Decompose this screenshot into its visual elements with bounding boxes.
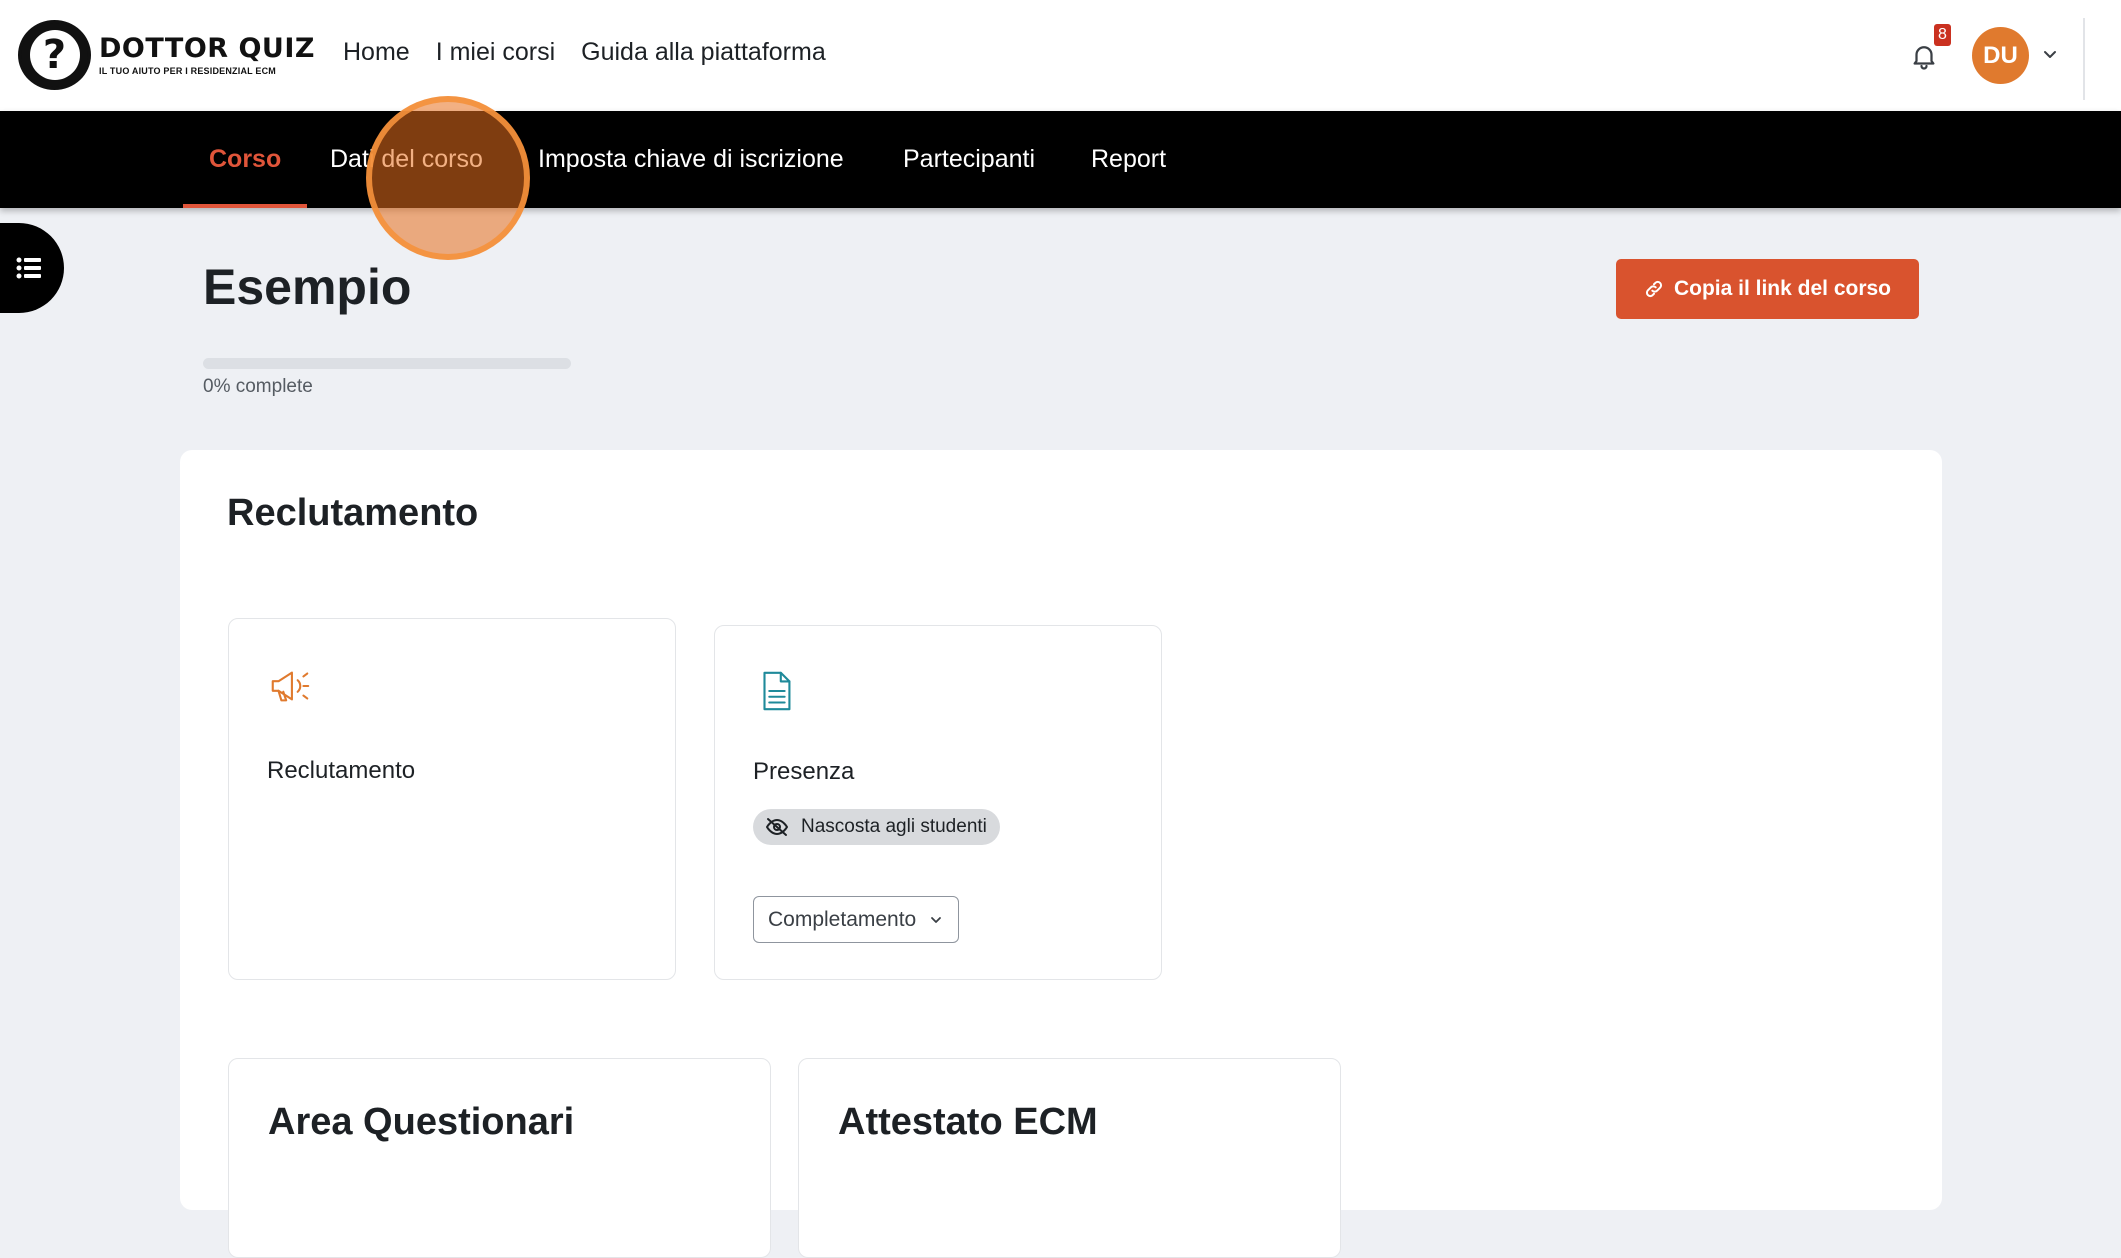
subsection-card-area-questionari: Area Questionari	[228, 1058, 771, 1258]
tab-report[interactable]: Report	[1091, 111, 1166, 208]
hidden-from-students-badge: Nascosta agli studenti	[753, 809, 1000, 845]
top-navbar: ? DOTTOR QUIZ IL TUO AIUTO PER I RESIDEN…	[0, 0, 2121, 111]
brand-logo[interactable]: ? DOTTOR QUIZ IL TUO AIUTO PER I RESIDEN…	[18, 20, 315, 90]
course-progress-bar	[203, 358, 571, 369]
course-progress-label: 0% complete	[203, 376, 313, 397]
course-section: Reclutamento Reclutamento Presenza Nasco…	[180, 450, 1942, 1258]
logo-question-mark: ?	[29, 30, 80, 80]
subsection-card-attestato-ecm: Attestato ECM	[798, 1058, 1341, 1258]
logo-badge: ?	[18, 20, 91, 90]
page-title: Esempio	[203, 259, 412, 315]
chevron-down-icon	[931, 916, 942, 923]
completion-dropdown[interactable]: Completamento	[753, 896, 960, 943]
activity-card-presenza[interactable]: Presenza Nascosta agli studenti Completa…	[714, 625, 1162, 980]
hidden-badge-label: Nascosta agli studenti	[801, 816, 987, 837]
tab-course[interactable]: Corso	[182, 111, 308, 208]
subsection-title: Attestato ECM	[838, 1101, 1098, 1143]
megaphone-icon	[271, 671, 310, 702]
notification-count-badge: 8	[1934, 24, 1951, 46]
activity-name: Presenza	[753, 758, 855, 785]
section-title: Reclutamento	[227, 492, 479, 534]
completion-dropdown-label: Completamento	[768, 907, 917, 931]
tab-participants[interactable]: Partecipanti	[903, 111, 1035, 208]
chevron-down-icon[interactable]	[2040, 44, 2060, 64]
nav-home[interactable]: Home	[343, 38, 410, 67]
topbar-divider	[2083, 18, 2085, 100]
list-icon	[16, 257, 41, 279]
link-icon	[1645, 280, 1663, 298]
course-secondary-nav: Corso Dati del corso Imposta chiave di i…	[0, 111, 2121, 208]
user-avatar[interactable]: DU	[1972, 27, 2029, 84]
nav-my-courses[interactable]: I miei corsi	[436, 38, 555, 67]
tab-enrolment-key[interactable]: Imposta chiave di iscrizione	[538, 111, 844, 208]
nav-platform-guide[interactable]: Guida alla piattaforma	[581, 38, 826, 67]
primary-nav: Home I miei corsi Guida alla piattaforma	[343, 38, 852, 67]
tab-course-data[interactable]: Dati del corso	[330, 111, 483, 208]
copy-course-link-label: Copia il link del corso	[1673, 277, 1892, 300]
course-index-toggle[interactable]	[0, 223, 64, 313]
brand-subtitle: IL TUO AIUTO PER I RESIDENZIAL ECM	[99, 65, 276, 76]
subsection-title: Area Questionari	[268, 1101, 575, 1143]
copy-course-link-button[interactable]: Copia il link del corso	[1616, 259, 1919, 319]
activity-name: Reclutamento	[267, 757, 416, 784]
document-icon	[763, 671, 791, 711]
brand-title: DOTTOR QUIZ	[99, 32, 315, 64]
eye-slash-icon	[766, 818, 788, 836]
activity-card-reclutamento[interactable]: Reclutamento	[228, 618, 676, 980]
